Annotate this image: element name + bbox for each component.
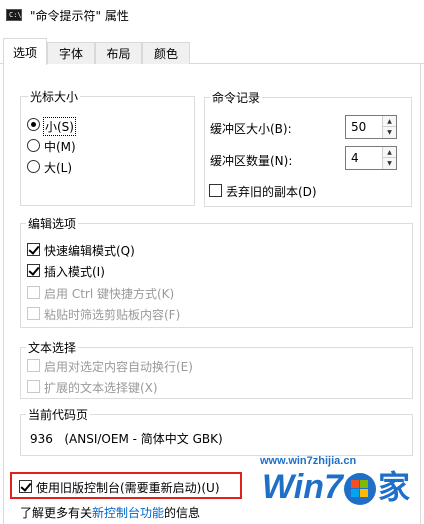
discard-duplicates-label[interactable]: 丢弃旧的副本(D) [226, 183, 317, 200]
legacy-console-checkbox[interactable] [19, 480, 32, 493]
cursor-medium-radio[interactable] [27, 139, 40, 152]
watermark-brand: Win7 [262, 468, 343, 506]
cursor-large-radio[interactable] [27, 160, 40, 173]
command-history-legend: 命令记录 [210, 89, 263, 106]
edit-options-legend: 编辑选项 [26, 215, 79, 232]
window-title: "命令提示符" 属性 [30, 9, 129, 23]
ctrl-shortcuts-checkbox [27, 286, 40, 299]
spin-up-icon[interactable]: ▲ [383, 116, 396, 127]
tab-colors[interactable]: 颜色 [142, 42, 190, 64]
spin-down-icon[interactable]: ▼ [383, 127, 396, 138]
cursor-small-radio[interactable] [27, 118, 40, 131]
buffer-size-spinner[interactable]: 50 ▲ ▼ [345, 115, 397, 139]
new-console-features-link[interactable]: 新控制台功能 [92, 506, 164, 520]
console-app-icon: C:\ [6, 9, 22, 21]
quick-edit-checkbox[interactable] [27, 243, 40, 256]
insert-mode-label[interactable]: 插入模式(I) [44, 263, 105, 280]
spin-down-icon[interactable]: ▼ [383, 158, 396, 169]
watermark-url: www.win7zhijia.cn [260, 455, 357, 467]
cursor-large-label[interactable]: 大(L) [44, 159, 72, 176]
buffer-size-label: 缓冲区大小(B): [210, 122, 292, 136]
code-page-value: 936 (ANSI/OEM - 简体中文 GBK) [30, 432, 223, 446]
line-wrap-checkbox [27, 359, 40, 372]
cursor-size-legend: 光标大小 [28, 88, 81, 105]
tab-font[interactable]: 字体 [47, 42, 95, 64]
spin-up-icon[interactable]: ▲ [383, 147, 396, 158]
code-page-legend: 当前代码页 [26, 406, 91, 423]
discard-duplicates-checkbox[interactable] [209, 184, 222, 197]
windows-logo-icon [344, 473, 376, 505]
text-selection-legend: 文本选择 [26, 339, 79, 356]
legacy-console-label[interactable]: 使用旧版控制台(需要重新启动)(U) [36, 479, 220, 496]
cursor-small-label[interactable]: 小(S) [43, 117, 76, 136]
buffer-count-label: 缓冲区数量(N): [210, 154, 293, 168]
watermark-suffix: 家 [378, 468, 411, 506]
extended-selection-label: 扩展的文本选择键(X) [44, 381, 158, 395]
buffer-count-spinner[interactable]: 4 ▲ ▼ [345, 146, 397, 170]
ctrl-shortcuts-label: 启用 Ctrl 键快捷方式(K) [44, 287, 175, 301]
footer-suffix: 的信息 [164, 506, 201, 520]
footer-prefix: 了解更多有关 [20, 506, 93, 520]
cursor-medium-label[interactable]: 中(M) [44, 138, 76, 155]
buffer-size-value[interactable]: 50 [351, 120, 366, 134]
watermark: www.win7zhijia.cn Win7 家 [240, 455, 420, 511]
insert-mode-checkbox[interactable] [27, 264, 40, 277]
filter-paste-label: 粘贴时筛选剪贴板内容(F) [44, 308, 181, 322]
tab-layout[interactable]: 布局 [95, 42, 142, 64]
title-bar: C:\ "命令提示符" 属性 [0, 0, 424, 32]
line-wrap-label: 启用对选定内容自动换行(E) [44, 360, 193, 374]
footer-text: 了解更多有关新控制台功能的信息 [20, 504, 200, 521]
tab-options[interactable]: 选项 [3, 38, 47, 65]
filter-paste-checkbox [27, 307, 40, 320]
buffer-count-value[interactable]: 4 [351, 151, 359, 165]
extended-selection-checkbox [27, 380, 40, 393]
quick-edit-label[interactable]: 快速编辑模式(Q) [44, 242, 135, 259]
